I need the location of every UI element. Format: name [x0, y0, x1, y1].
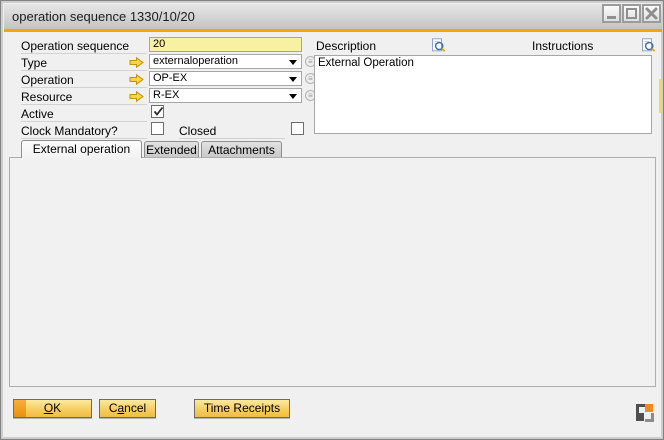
ok-label: OK — [44, 401, 61, 415]
close-button[interactable] — [642, 4, 661, 23]
operation-sequence-label: Operation sequence — [21, 39, 147, 54]
clock-mandatory-label: Clock Mandatory? — [21, 124, 147, 139]
accent-line — [4, 29, 662, 32]
description-edit-icon[interactable] — [431, 38, 446, 52]
minimize-icon — [604, 6, 619, 21]
closed-label: Closed — [179, 124, 285, 139]
operation-sequence-input[interactable]: 20 — [149, 37, 302, 52]
window-title: operation sequence 1330/10/20 — [4, 9, 195, 24]
active-checkbox[interactable] — [151, 105, 164, 118]
instructions-edit-icon[interactable] — [641, 38, 656, 52]
closed-checkbox[interactable] — [291, 122, 304, 135]
tab-extended[interactable]: Extended — [144, 141, 199, 158]
operation-value: OP-EX — [153, 72, 187, 84]
external-operation-tab-panel — [9, 157, 656, 387]
operation-sequence-window: operation sequence 1330/10/20 Operation … — [0, 0, 664, 440]
resource-dropdown[interactable]: R-EX — [149, 88, 302, 103]
ok-button[interactable]: OK — [13, 399, 92, 418]
grip-square-dark — [636, 413, 644, 421]
cancel-button[interactable]: Cancel — [99, 399, 156, 418]
tab-external-operation[interactable]: External operation — [21, 140, 142, 158]
maximize-button[interactable] — [622, 4, 641, 23]
type-link-arrow-icon[interactable] — [129, 57, 144, 68]
operation-dropdown[interactable]: OP-EX — [149, 71, 302, 86]
description-textarea[interactable]: External Operation — [314, 55, 652, 134]
maximize-icon — [624, 6, 639, 21]
cancel-label: Cancel — [109, 401, 146, 415]
description-label: Description — [316, 39, 406, 54]
time-receipts-button[interactable]: Time Receipts — [194, 399, 290, 418]
minimize-button[interactable] — [602, 4, 621, 23]
form-settings-grip-icon[interactable] — [636, 404, 654, 422]
clock-mandatory-checkbox[interactable] — [151, 122, 164, 135]
chevron-down-icon — [289, 94, 297, 99]
chevron-down-icon — [289, 60, 297, 65]
resource-value: R-EX — [153, 89, 179, 101]
default-button-strip — [14, 400, 26, 417]
resource-link-arrow-icon[interactable] — [129, 91, 144, 102]
grip-corner-tl — [636, 404, 645, 413]
type-dropdown[interactable]: externaloperation — [149, 54, 302, 69]
operation-link-arrow-icon[interactable] — [129, 74, 144, 85]
checkmark-icon — [152, 105, 165, 118]
instructions-label: Instructions — [532, 39, 622, 54]
close-icon — [644, 6, 659, 21]
active-label: Active — [21, 107, 147, 122]
grip-corner-br — [645, 413, 654, 422]
grip-square-orange — [645, 404, 653, 412]
titlebar[interactable]: operation sequence 1330/10/20 — [4, 4, 662, 29]
type-value: externaloperation — [153, 55, 238, 67]
tab-attachments[interactable]: Attachments — [201, 141, 282, 158]
right-border-marker — [659, 79, 662, 113]
chevron-down-icon — [289, 77, 297, 82]
